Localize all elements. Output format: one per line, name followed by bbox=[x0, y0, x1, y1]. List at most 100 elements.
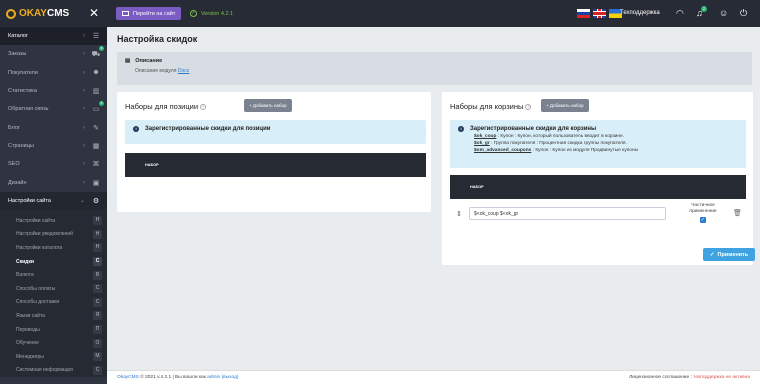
cart-info-box: i Зарегистрированные скидки для корзины $… bbox=[450, 120, 746, 168]
hotkey-badge: Н bbox=[93, 229, 102, 239]
cart-sets-title: Наборы для корзины bbox=[450, 102, 524, 111]
power-icon[interactable]: ⏻ bbox=[740, 8, 747, 19]
submenu-item[interactable]: Валюта В bbox=[0, 268, 107, 282]
discount-code: $ok_coup bbox=[474, 134, 497, 139]
panel-title: Наборы для корзины? bbox=[450, 102, 532, 111]
pencil-icon: ✎ bbox=[93, 124, 99, 132]
license-text[interactable]: Лицензионное соглашение : bbox=[629, 375, 692, 380]
submenu-label: Настройки уведомлений bbox=[16, 231, 73, 238]
partial-apply-checkbox[interactable]: ✓ bbox=[700, 217, 706, 223]
headset-icon[interactable]: ◠ bbox=[676, 8, 684, 19]
orders-badge: 4 bbox=[99, 46, 104, 52]
users-icon: ☻ bbox=[92, 69, 100, 77]
sidebar-item-feedback[interactable]: Обратная связь ‹ ▭ 4 bbox=[0, 100, 107, 118]
sidebar-item-label: Обратная связь bbox=[8, 106, 49, 113]
gear-icon: ⚙ bbox=[92, 197, 100, 205]
hotkey-badge: С bbox=[93, 257, 102, 267]
chevron-left-icon: ‹ bbox=[83, 179, 85, 186]
submenu-item[interactable]: Языки сайта Я bbox=[0, 309, 107, 323]
chevron-left-icon: ‹ bbox=[83, 33, 85, 40]
submenu-item[interactable]: Способы оплаты С bbox=[0, 282, 107, 296]
seo-icon: ⌘ bbox=[92, 161, 100, 169]
goto-site-button[interactable]: Перейти на сайт bbox=[116, 7, 182, 20]
check-circle-icon: ✓ bbox=[190, 10, 197, 17]
sidebar-item-label: Каталог bbox=[8, 33, 28, 40]
hotkey-badge: П bbox=[93, 325, 102, 335]
logo-cms-text: CMS bbox=[46, 8, 70, 19]
monitor-icon bbox=[122, 11, 129, 16]
sidebar-item-catalog[interactable]: Каталог ‹ ☰ bbox=[0, 27, 107, 46]
docs-link[interactable]: Docs bbox=[178, 68, 189, 74]
sidebar-item-design[interactable]: Дизайн ‹ ▣ bbox=[0, 173, 107, 191]
sidebar-item-label: Страницы bbox=[8, 142, 34, 149]
sidebar-item-blog[interactable]: Блог ‹ ✎ bbox=[0, 118, 107, 136]
check-icon: ✓ bbox=[709, 251, 715, 258]
chevron-left-icon: ‹ bbox=[83, 51, 85, 58]
submenu-label: Системная информация bbox=[16, 367, 73, 374]
submenu-label: Настройки каталога bbox=[16, 244, 63, 251]
submenu-item[interactable]: Настройки каталога Н bbox=[0, 241, 107, 255]
partial-apply-label: Частичное применение ✓ bbox=[678, 203, 728, 223]
apply-label: Применить bbox=[717, 251, 749, 258]
sidebar-item-site-settings[interactable]: Настройки сайта ⌄ ⚙ bbox=[0, 191, 107, 210]
submenu-label: Способы доставки bbox=[16, 299, 60, 306]
sidebar-item-label: SEO bbox=[8, 161, 20, 168]
drag-handle-icon[interactable]: ⇕ bbox=[456, 210, 462, 218]
submenu-item[interactable]: Способы доставки С bbox=[0, 296, 107, 310]
footer: OkayCMS © 2021 v.4.2.1 | Вы вошли как ad… bbox=[107, 370, 760, 384]
description-box: ▤ Описание Описание модуля Docs bbox=[117, 52, 752, 85]
submenu-item-discounts[interactable]: Скидки С bbox=[0, 255, 107, 269]
position-table-header: НАБОР bbox=[125, 153, 426, 177]
add-position-set-button[interactable]: + Добавить набор bbox=[244, 99, 292, 112]
submenu-item[interactable]: Системная информация С bbox=[0, 364, 107, 378]
trash-icon[interactable]: 🗑 bbox=[733, 209, 742, 217]
sidebar-item-pages[interactable]: Страницы ‹ ▦ bbox=[0, 137, 107, 155]
sidebar-item-statistics[interactable]: Статистика ‹ ▥ bbox=[0, 82, 107, 100]
submenu-item[interactable]: Переводы П bbox=[0, 323, 107, 337]
settings-submenu: Настройки сайта Н Настройки уведомлений Н … bbox=[0, 209, 107, 378]
submenu-item[interactable]: Обучение О bbox=[0, 336, 107, 350]
logo[interactable]: OKAY CMS bbox=[0, 0, 78, 27]
discount-desc: : Группа покупателя : Процентная скидка … bbox=[489, 141, 627, 146]
sidebar-item-seo[interactable]: SEO ‹ ⌘ bbox=[0, 155, 107, 173]
russian-flag-icon[interactable] bbox=[577, 9, 590, 18]
apply-button[interactable]: ✓ Применить bbox=[703, 248, 755, 261]
chevron-left-icon: ‹ bbox=[83, 69, 85, 76]
sidebar-item-orders[interactable]: Заказы ‹ ⛟ 4 bbox=[0, 45, 107, 63]
help-icon[interactable]: ? bbox=[200, 104, 207, 111]
sidebar-item-label: Статистика bbox=[8, 88, 37, 95]
brand-link[interactable]: OkayCMS bbox=[117, 375, 139, 380]
logout-link[interactable]: (выход) bbox=[222, 375, 239, 380]
support-link[interactable]: Техподдержка bbox=[620, 10, 660, 16]
chevron-left-icon: ‹ bbox=[83, 142, 85, 149]
hotkey-badge: Я bbox=[93, 311, 102, 321]
sidebar-item-label: Настройки сайта bbox=[8, 197, 51, 204]
comments-icon: ▭ bbox=[92, 106, 100, 114]
submenu-item[interactable]: Настройки уведомлений Н bbox=[0, 228, 107, 242]
user-link[interactable]: admin bbox=[207, 375, 220, 380]
list-icon: ☰ bbox=[92, 33, 100, 41]
help-icon[interactable]: ? bbox=[525, 104, 532, 111]
calendar-icon: ▦ bbox=[92, 142, 100, 150]
add-cart-set-button[interactable]: + Добавить набор bbox=[541, 99, 589, 112]
submenu-label: Способы оплаты bbox=[16, 285, 56, 292]
discount-desc: : Купон : Купон, который пользователь вв… bbox=[496, 134, 625, 139]
footer-left: OkayCMS © 2021 v.4.2.1 | Вы вошли как ad… bbox=[117, 375, 238, 380]
cart-icon: ⛟ bbox=[91, 50, 101, 58]
discount-desc: : Купон : Купон из модуля Продвинутые ку… bbox=[531, 148, 639, 153]
english-flag-icon[interactable] bbox=[593, 9, 606, 18]
panel-title: Наборы для позиции? bbox=[125, 102, 207, 111]
submenu-item[interactable]: Менеджеры М bbox=[0, 350, 107, 364]
copyright-text: © 2021 v.4.2.1 | Вы вошли как bbox=[140, 375, 206, 380]
submenu-item[interactable]: Настройки сайта Н bbox=[0, 214, 107, 228]
info-title: Зарегистрированные скидки для позиции bbox=[145, 126, 271, 132]
user-icon[interactable]: ☺ bbox=[719, 8, 728, 18]
top-bar: OKAY CMS ✕ Перейти на сайт ✓ Version 4.2… bbox=[0, 0, 760, 27]
submenu-label: Скидки bbox=[16, 258, 34, 265]
info-icon: i bbox=[133, 126, 139, 132]
close-sidebar-icon[interactable]: ✕ bbox=[89, 6, 99, 20]
sidebar-item-customers[interactable]: Покупатели ‹ ☻ bbox=[0, 64, 107, 82]
version-label: ✓ Version 4.2.1 bbox=[190, 10, 233, 17]
set-input[interactable]: $<ok_coup $<ok_gr bbox=[469, 207, 666, 220]
description-text: Описание модуля bbox=[135, 68, 177, 74]
